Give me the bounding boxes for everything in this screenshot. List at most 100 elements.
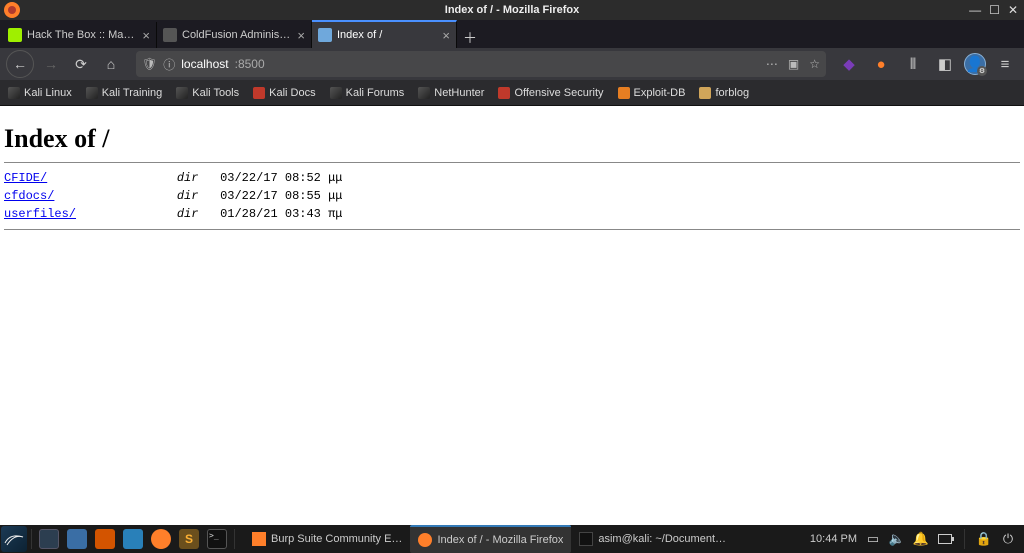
entry-date: 03/22/17 08:55 μμ [220,189,342,203]
entry-date: 01/28/21 03:43 πμ [220,207,342,221]
lock-icon[interactable]: 🔒 [976,531,992,547]
back-button[interactable]: ← [6,50,34,78]
dragon-icon [86,87,98,99]
filemanager-button[interactable] [64,526,90,552]
maximize-button[interactable]: ☐ [989,3,1000,17]
bookmark-label: Kali Tools [192,87,239,99]
page-content: Index of / CFIDE/ dir 03/22/17 08:52 μμc… [0,106,1024,240]
page-actions-icon[interactable]: ⋯ [766,57,778,71]
power-icon[interactable]: ⏻ [1000,531,1016,547]
bookmark-exploitdb[interactable]: Exploit-DB [618,87,686,99]
folder-icon [699,87,711,99]
appmenu-icon[interactable] [1,526,27,552]
bookmark-kali-tools[interactable]: Kali Tools [176,87,239,99]
tab-bar: Hack The Box :: Machines × ColdFusion Ad… [0,20,1024,48]
tab-indexof[interactable]: Index of / × [312,20,457,48]
globe-icon [318,28,332,42]
task-terminal[interactable]: asim@kali: ~/Document… [571,526,734,552]
svg-text:>_: >_ [209,531,219,540]
listing-row: userfiles/ dir 01/28/21 03:43 πμ [4,205,1020,223]
close-button[interactable]: ✕ [1008,3,1018,17]
sidebar-icon[interactable]: ◧ [932,51,958,77]
url-bar[interactable]: 🛡 ⓘ localhost :8500 ⋯ ▣ ☆ [136,51,826,77]
window-titlebar: Index of / - Mozilla Firefox — ☐ ✕ [0,0,1024,20]
separator [964,529,965,549]
nav-toolbar: ← → ⟳ ⌂ 🛡 ⓘ localhost :8500 ⋯ ▣ ☆ ◆ ● ⫴ ◧… [0,48,1024,80]
directory-link[interactable]: userfiles/ [4,207,76,221]
burp-icon [252,532,266,546]
battery-icon[interactable] [937,531,953,547]
launcher-tool-2[interactable] [120,526,146,552]
tab-label: Index of / [337,29,436,41]
volume-icon[interactable]: 🔈 [889,531,905,547]
separator [234,529,235,549]
close-icon[interactable]: × [442,29,450,42]
forward-button[interactable]: → [38,51,64,77]
tab-coldfusion[interactable]: ColdFusion Administrato… × [157,22,312,48]
bookmark-offsec[interactable]: Offensive Security [498,87,603,99]
launcher: S >_ [0,525,238,553]
workspace-icon[interactable]: ▭ [865,531,881,547]
appmenu-button[interactable]: ≡ [992,51,1018,77]
trident-icon [498,87,510,99]
directory-listing: CFIDE/ dir 03/22/17 08:52 μμcfdocs/ dir … [4,169,1020,223]
directory-link[interactable]: cfdocs/ [4,189,54,203]
listing-row: CFIDE/ dir 03/22/17 08:52 μμ [4,169,1020,187]
bookmark-kali-linux[interactable]: Kali Linux [8,87,72,99]
account-icon[interactable]: 👤⚙ [964,53,986,75]
bookmark-kali-docs[interactable]: Kali Docs [253,87,315,99]
entry-date: 03/22/17 08:52 μμ [220,171,342,185]
firefox-launcher[interactable] [148,526,174,552]
tracking-shield-icon[interactable]: 🛡 [142,57,157,71]
directory-link[interactable]: CFIDE/ [4,171,47,185]
urlbar-actions: ⋯ ▣ ☆ [766,57,820,71]
bookmark-kali-forums[interactable]: Kali Forums [330,87,405,99]
extension-icon[interactable]: ● [868,51,894,77]
task-burp[interactable]: Burp Suite Community E… [244,526,410,552]
reader-icon[interactable]: ▣ [788,57,799,71]
home-button[interactable]: ⌂ [98,51,124,77]
task-label: Burp Suite Community E… [271,533,402,545]
task-label: Index of / - Mozilla Firefox [437,534,563,546]
url-host: localhost [181,57,228,71]
task-items: Burp Suite Community E… Index of / - Moz… [244,525,734,553]
window-controls: — ☐ ✕ [969,3,1024,17]
sublime-launcher[interactable]: S [176,526,202,552]
extension-icon[interactable]: ◆ [836,51,862,77]
bookmark-star-icon[interactable]: ☆ [809,57,820,71]
bookmark-label: Kali Docs [269,87,315,99]
bookmark-label: Kali Training [102,87,163,99]
entry-type: dir [177,171,199,185]
taskbar: S >_ Burp Suite Community E… Index of / … [0,525,1024,553]
launcher-tool-1[interactable] [92,526,118,552]
notifications-icon[interactable]: 🔔 [913,531,929,547]
bookmark-forblog[interactable]: forblog [699,87,749,99]
bookmark-kali-training[interactable]: Kali Training [86,87,163,99]
reload-button[interactable]: ⟳ [68,51,94,77]
site-info-icon[interactable]: ⓘ [163,56,175,73]
dragon-icon [418,87,430,99]
tab-label: Hack The Box :: Machines [27,29,136,41]
show-desktop-button[interactable] [36,526,62,552]
task-firefox[interactable]: Index of / - Mozilla Firefox [410,525,571,553]
newtab-button[interactable]: ＋ [457,28,483,48]
bookmark-label: Offensive Security [514,87,603,99]
dragon-icon [8,87,20,99]
library-icon[interactable]: ⫴ [900,51,926,77]
close-icon[interactable]: × [297,29,305,42]
terminal-launcher[interactable]: >_ [204,526,230,552]
bookmark-label: NetHunter [434,87,484,99]
book-icon [253,87,265,99]
page-icon [163,28,177,42]
window-title: Index of / - Mozilla Firefox [445,4,579,16]
dragon-icon [330,87,342,99]
entry-type: dir [177,189,199,203]
nav-right: ◆ ● ⫴ ◧ 👤⚙ ≡ [836,51,1018,77]
bookmark-nethunter[interactable]: NetHunter [418,87,484,99]
minimize-button[interactable]: — [969,3,981,17]
tab-hackthebox[interactable]: Hack The Box :: Machines × [2,22,157,48]
system-tray: 10:44 PM ▭ 🔈 🔔 🔒 ⏻ [810,529,1024,549]
close-icon[interactable]: × [142,29,150,42]
url-port: :8500 [235,57,265,71]
clock[interactable]: 10:44 PM [810,533,857,545]
